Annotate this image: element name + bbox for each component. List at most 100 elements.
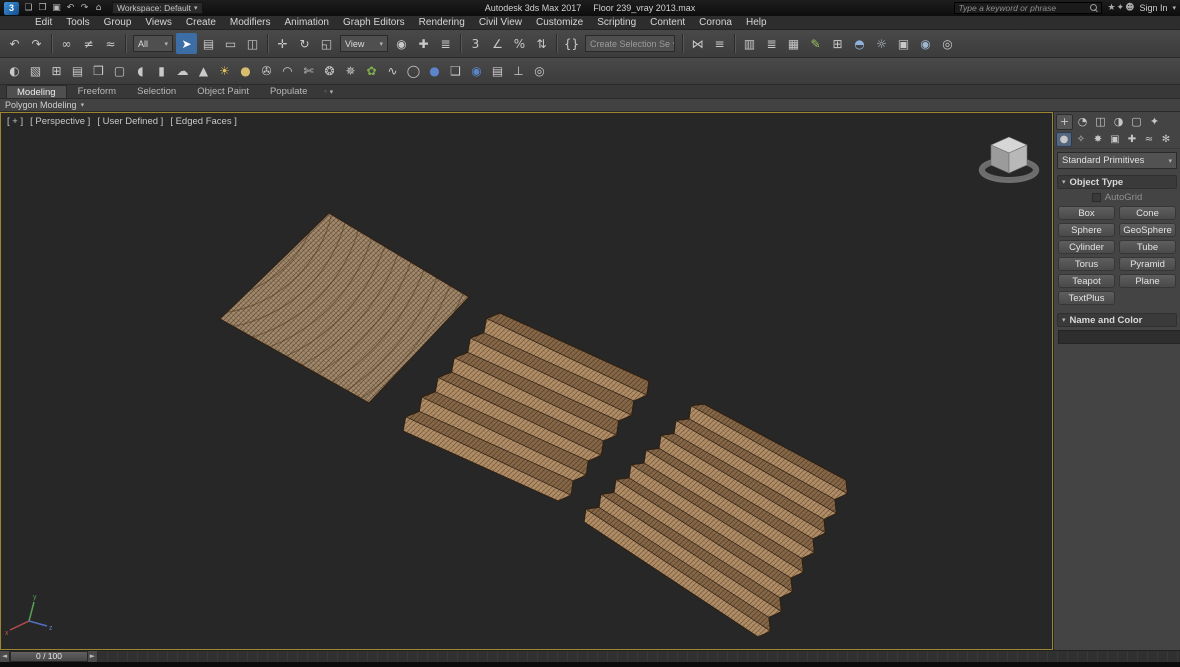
- favorites-star-icon[interactable]: ★: [1107, 3, 1115, 13]
- dot-blue-icon[interactable]: ◉: [466, 61, 487, 82]
- object-type-button[interactable]: Tube: [1119, 240, 1176, 254]
- ribbon-tab[interactable]: Populate: [260, 85, 318, 98]
- search-icon[interactable]: [1090, 4, 1098, 12]
- window-crossing-icon[interactable]: ◫: [242, 33, 263, 54]
- redo-icon[interactable]: ↷: [26, 33, 47, 54]
- spinner-snap-icon[interactable]: ⇅: [531, 33, 552, 54]
- menu-item[interactable]: Customize: [529, 16, 590, 29]
- name-color-rollout-header[interactable]: ▾ Name and Color: [1057, 313, 1177, 327]
- material-editor-icon[interactable]: ◓: [849, 33, 870, 54]
- select-by-name-icon[interactable]: ▤: [198, 33, 219, 54]
- bitmap-icon[interactable]: ▧: [25, 61, 46, 82]
- search-input[interactable]: [958, 3, 1087, 13]
- clipboard-icon[interactable]: ❑: [445, 61, 466, 82]
- object-type-button[interactable]: TextPlus: [1058, 291, 1115, 305]
- viewport-label-segment[interactable]: [ + ]: [7, 116, 23, 127]
- schematic-view-icon[interactable]: ⊞: [827, 33, 848, 54]
- category-systems[interactable]: ✻: [1158, 132, 1174, 147]
- cone-primitive-icon[interactable]: ▲: [193, 61, 214, 82]
- redo-icon[interactable]: ↷: [78, 3, 91, 13]
- tab-hierarchy[interactable]: ◫: [1092, 114, 1109, 130]
- category-shapes[interactable]: ✧: [1073, 132, 1089, 147]
- ribbon-tab[interactable]: Freeform: [68, 85, 127, 98]
- viewport-label-segment[interactable]: [ User Defined ]: [97, 116, 163, 127]
- category-geometry[interactable]: ●: [1056, 132, 1072, 147]
- blob-primitive-icon[interactable]: ◖: [130, 61, 151, 82]
- previous-frame-button[interactable]: ◄: [0, 651, 10, 662]
- select-and-move-icon[interactable]: ✛: [272, 33, 293, 54]
- snap-toggle-3d-icon[interactable]: 3: [465, 33, 486, 54]
- menu-item[interactable]: Create: [179, 16, 223, 29]
- select-and-link-icon[interactable]: ∞: [56, 33, 77, 54]
- capsule-primitive-icon[interactable]: ▢: [109, 61, 130, 82]
- angle-snap-icon[interactable]: ∠: [487, 33, 508, 54]
- render-setup-icon[interactable]: ☼: [871, 33, 892, 54]
- menu-item[interactable]: Edit: [28, 16, 59, 29]
- grid-helper-icon[interactable]: ⊞: [46, 61, 67, 82]
- align-icon[interactable]: ≡: [709, 33, 730, 54]
- next-frame-button[interactable]: ►: [88, 651, 98, 662]
- keyboard-override-icon[interactable]: ≣: [435, 33, 456, 54]
- menu-item[interactable]: Civil View: [472, 16, 529, 29]
- cut-tool-icon[interactable]: ✄: [298, 61, 319, 82]
- spreadsheet-icon[interactable]: ▤: [67, 61, 88, 82]
- scene-explorer-icon[interactable]: ▥: [739, 33, 760, 54]
- polygon-modeling-panel[interactable]: Polygon Modeling: [5, 100, 77, 110]
- ribbon-config-icon[interactable]: ◦: [323, 88, 327, 96]
- menu-item[interactable]: Scripting: [590, 16, 643, 29]
- save-file-icon[interactable]: ▣: [50, 3, 63, 13]
- reference-coordinate-dropdown[interactable]: View ▾: [340, 35, 388, 52]
- community-icon[interactable]: ✦: [1117, 3, 1125, 13]
- perspective-viewport[interactable]: [ + ][ Perspective ][ User Defined ][ Ed…: [0, 112, 1053, 650]
- menu-item[interactable]: Corona: [692, 16, 739, 29]
- unlink-selection-icon[interactable]: ≠: [78, 33, 99, 54]
- select-and-rotate-icon[interactable]: ↻: [294, 33, 315, 54]
- project-folder-icon[interactable]: ⌂: [92, 3, 105, 13]
- menu-item[interactable]: Modifiers: [223, 16, 278, 29]
- percent-snap-icon[interactable]: %: [509, 33, 530, 54]
- sun-light-icon[interactable]: ☀: [214, 61, 235, 82]
- render-iterative-icon[interactable]: ◎: [937, 33, 958, 54]
- object-type-button[interactable]: Plane: [1119, 274, 1176, 288]
- use-pivot-point-icon[interactable]: ◉: [391, 33, 412, 54]
- object-type-button[interactable]: Teapot: [1058, 274, 1115, 288]
- autogrid-checkbox[interactable]: [1092, 193, 1101, 202]
- subcategory-dropdown[interactable]: Standard Primitives ▾: [1057, 152, 1177, 169]
- menu-item[interactable]: Content: [643, 16, 692, 29]
- category-space-warps[interactable]: ≈: [1141, 132, 1157, 147]
- foliage-icon[interactable]: ✿: [361, 61, 382, 82]
- viewcube[interactable]: [979, 137, 1039, 182]
- menu-item[interactable]: Group: [97, 16, 139, 29]
- 3dsmax-logo-icon[interactable]: 3: [4, 2, 19, 15]
- object-type-button[interactable]: Cylinder: [1058, 240, 1115, 254]
- measure-icon[interactable]: ⊥: [508, 61, 529, 82]
- arc-tool-icon[interactable]: ◠: [277, 61, 298, 82]
- globe-icon[interactable]: ◯: [403, 61, 424, 82]
- info-icon[interactable]: ◎: [529, 61, 550, 82]
- workspace-dropdown[interactable]: Workspace: Default ▾: [112, 2, 203, 14]
- atom-icon[interactable]: ❂: [319, 61, 340, 82]
- timeline-track[interactable]: [98, 651, 1180, 662]
- layer-explorer-icon[interactable]: ≣: [761, 33, 782, 54]
- floor-plane-corrugated-small[interactable]: [403, 313, 649, 501]
- select-and-manipulate-icon[interactable]: ✚: [413, 33, 434, 54]
- list-icon[interactable]: ▤: [487, 61, 508, 82]
- sphere-blue-icon[interactable]: ●: [424, 61, 445, 82]
- category-cameras[interactable]: ▣: [1107, 132, 1123, 147]
- selection-filter-dropdown[interactable]: All ▾: [133, 35, 173, 52]
- menu-item[interactable]: Graph Editors: [336, 16, 412, 29]
- wave-icon[interactable]: ∿: [382, 61, 403, 82]
- container-icon[interactable]: ❒: [88, 61, 109, 82]
- menu-item[interactable]: Rendering: [412, 16, 472, 29]
- undo-icon[interactable]: ↶: [4, 33, 25, 54]
- ribbon-tab[interactable]: Selection: [127, 85, 186, 98]
- select-object-icon[interactable]: ➤: [176, 33, 197, 54]
- object-type-rollout-header[interactable]: ▾ Object Type: [1057, 175, 1177, 189]
- ribbon-tab[interactable]: Object Paint: [187, 85, 259, 98]
- select-and-scale-icon[interactable]: ◱: [316, 33, 337, 54]
- sign-in-button[interactable]: Sign In: [1139, 3, 1167, 13]
- floor-plane-corrugated-large[interactable]: [584, 404, 848, 637]
- mirror-icon[interactable]: ⋈: [687, 33, 708, 54]
- user-avatar-icon[interactable]: ☻: [1125, 3, 1134, 13]
- cloud-icon[interactable]: ☁: [172, 61, 193, 82]
